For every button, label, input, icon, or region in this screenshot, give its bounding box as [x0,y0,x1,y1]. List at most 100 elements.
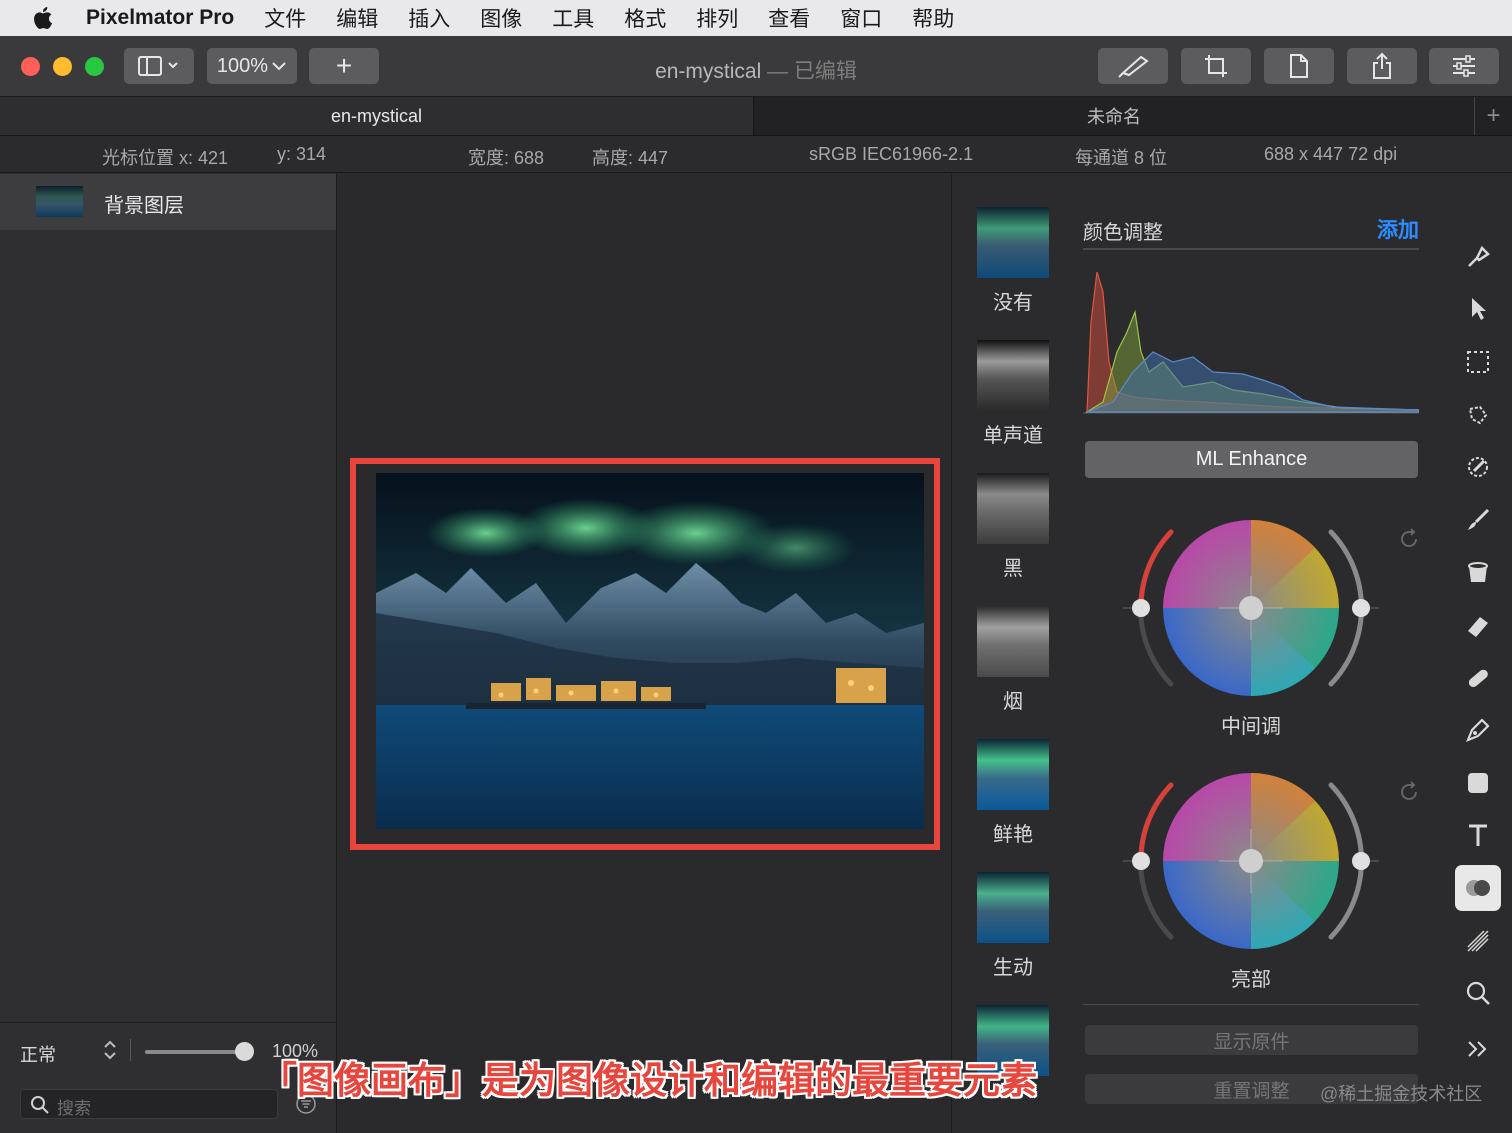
highlights-color-wheel[interactable] [1083,765,1419,965]
image-canvas-area[interactable] [338,174,950,1133]
layer-name: 背景图层 [104,195,184,217]
highlights-wheel-group: 亮部 [1083,765,1420,991]
color-picker-icon [1468,457,1488,477]
adjustments-toggle-button[interactable] [1429,48,1499,84]
reset-label: 重置调整 [1213,1080,1290,1102]
tool-effects[interactable] [1455,918,1501,964]
new-tab-button[interactable]: + [1474,97,1512,135]
crop-button[interactable] [1181,48,1251,84]
preset-vivid[interactable]: 生动 [977,872,1049,980]
divider [1083,248,1419,250]
preset-smoke[interactable]: 烟 [977,606,1049,714]
preset-noir[interactable]: 黑 [977,473,1049,581]
reset-rotate-icon[interactable] [1398,528,1420,550]
retouch-icon [1468,669,1488,688]
tool-quick-select[interactable] [1455,392,1501,438]
paint-bucket-icon [1468,562,1488,582]
menu-window[interactable]: 窗口 [840,3,882,33]
tool-erase[interactable] [1455,602,1501,648]
pen-icon [1466,718,1490,742]
document-icon [1290,54,1308,78]
preset-label: 烟 [1003,691,1023,713]
document-button[interactable] [1264,48,1334,84]
opacity-slider[interactable] [145,1050,245,1054]
style-picker-icon [1468,245,1490,267]
shape-icon [1468,773,1488,793]
cursor-x-readout: 光标位置 x: 421 [102,148,229,168]
search-placeholder: 搜索 [57,1099,91,1118]
type-icon [1469,824,1487,846]
preset-vibrant[interactable]: 鲜艳 [977,739,1049,847]
tool-color-picker[interactable] [1455,444,1501,490]
menu-tools[interactable]: 工具 [552,3,594,33]
preset-none[interactable]: 没有 [977,207,1049,315]
blend-mode-select[interactable]: 正常 [20,1041,56,1067]
app-window: Pixelmator Pro 文件 编辑 插入 图像 工具 格式 排列 查看 窗… [0,0,1512,1133]
more-tools-icon [1468,1041,1487,1057]
layer-search-field[interactable]: 搜索 [20,1089,278,1119]
preset-thumbnail [977,872,1049,943]
apple-icon[interactable] [31,5,57,31]
menu-image[interactable]: 图像 [480,3,522,33]
color-adjust-icon [1466,880,1490,896]
tool-zoom[interactable] [1455,970,1501,1016]
tool-retouch[interactable] [1455,655,1501,701]
tool-pen[interactable] [1455,707,1501,753]
menu-edit[interactable]: 编辑 [336,3,378,33]
preset-thumbnail [977,207,1049,278]
canvas-image[interactable] [376,473,924,829]
tool-style[interactable] [1455,234,1501,280]
tool-fill[interactable] [1455,549,1501,595]
crop-icon [1205,55,1227,77]
menu-insert[interactable]: 插入 [408,3,450,33]
opacity-slider-knob[interactable] [235,1042,254,1061]
color-profile: sRGB IEC61966-2.1 [809,144,974,164]
menu-help[interactable]: 帮助 [912,3,954,33]
tool-paint[interactable] [1455,497,1501,543]
add-adjustment-button[interactable]: 添加 [1377,214,1419,244]
width-readout: 宽度: 688 [468,148,545,168]
divider [1083,1004,1419,1005]
tool-more[interactable] [1455,1026,1501,1072]
menu-app-name[interactable]: Pixelmator Pro [86,6,234,30]
canvas-highlight-frame [350,458,940,850]
layers-panel: 背景图层 正常 100% 搜索 [0,174,337,1133]
edited-status: 已编辑 [793,60,857,83]
preset-thumbnail [977,739,1049,810]
preset-label: 单声道 [983,425,1043,447]
title-dash: — [761,60,794,83]
histogram [1083,271,1419,414]
effects-icon [1467,930,1489,952]
menu-file[interactable]: 文件 [264,3,306,33]
tool-arrange[interactable] [1455,286,1501,332]
wheel-label: 亮部 [1231,969,1271,991]
wheel-label: 中间调 [1221,716,1281,738]
stepper-icon[interactable] [102,1039,118,1061]
tab-untitled[interactable]: 未命名 [755,97,1473,135]
ml-enhance-button[interactable]: ML Enhance [1085,441,1418,478]
style-button[interactable] [1098,48,1168,84]
show-original-button[interactable]: 显示原件 [1085,1025,1418,1055]
midtones-color-wheel[interactable] [1083,512,1419,712]
tab-bar: en-mystical 未命名 + [0,97,1512,136]
rectangle-select-icon [1467,351,1489,373]
preset-label: 鲜艳 [993,824,1033,846]
menu-view[interactable]: 查看 [768,3,810,33]
tab-en-mystical[interactable]: en-mystical [0,97,754,135]
panel-title: 颜色调整 [1083,222,1163,244]
layer-thumbnail [36,186,83,217]
tool-shape[interactable] [1455,760,1501,806]
layer-row[interactable]: 背景图层 [0,174,336,230]
divider [130,1039,131,1061]
menu-arrange[interactable]: 排列 [696,3,738,33]
preset-mono[interactable]: 单声道 [977,340,1049,448]
arrange-pointer-icon [1472,298,1486,320]
share-icon [1373,52,1391,79]
tool-type[interactable] [1455,812,1501,858]
tool-select[interactable] [1455,339,1501,385]
reset-rotate-icon[interactable] [1398,781,1420,803]
share-button[interactable] [1347,48,1417,84]
tool-color-adjust[interactable] [1455,865,1501,911]
menu-format[interactable]: 格式 [624,3,666,33]
new-tab-label: + [1486,102,1501,129]
